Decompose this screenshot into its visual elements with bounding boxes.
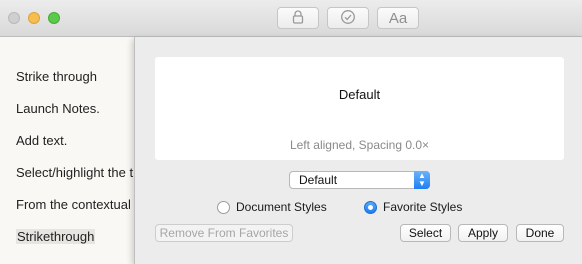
apply-button[interactable]: Apply [458, 224, 508, 242]
document-styles-radio[interactable]: Document Styles [217, 200, 327, 214]
note-line: From the contextual m [16, 197, 146, 212]
note-line: Select/highlight the t [16, 165, 134, 180]
style-select[interactable]: Default ▲ ▼ [289, 171, 430, 189]
lock-button[interactable] [277, 7, 319, 29]
favorite-styles-radio[interactable]: Favorite Styles [364, 200, 462, 214]
radio-unselected-icon [217, 200, 230, 214]
document-styles-label: Document Styles [236, 200, 327, 214]
checkmark-circle-icon [340, 9, 356, 28]
note-line: Add text. [16, 133, 68, 148]
format-label: Aa [388, 9, 408, 27]
note-line: Strike through [16, 69, 97, 84]
select-button[interactable]: Select [400, 224, 451, 242]
radio-selected-icon [364, 200, 377, 214]
minimize-window-button[interactable] [28, 12, 40, 24]
chevron-up-down-icon: ▲ ▼ [414, 171, 430, 189]
remove-from-favorites-button[interactable]: Remove From Favorites [155, 224, 293, 242]
lock-icon [291, 9, 305, 28]
favorite-styles-label: Favorite Styles [383, 200, 463, 214]
preview-subtitle: Left aligned, Spacing 0.0× [289, 138, 430, 152]
window-toolbar: Aa [0, 0, 582, 37]
style-preview: Default Left aligned, Spacing 0.0× [155, 57, 564, 160]
style-select-value: Default [299, 173, 338, 187]
styles-panel: Default Left aligned, Spacing 0.0× Defau… [134, 37, 582, 264]
note-line: Launch Notes. [16, 101, 100, 116]
preview-title: Default [338, 87, 381, 102]
zoom-window-button[interactable] [48, 12, 60, 24]
close-window-button[interactable] [8, 12, 20, 24]
selected-text: Strikethrough [16, 229, 96, 244]
format-button[interactable]: Aa [377, 7, 419, 29]
checklist-button[interactable] [327, 7, 369, 29]
done-button[interactable]: Done [516, 224, 564, 242]
note-line-selected: Strikethrough [16, 229, 96, 244]
